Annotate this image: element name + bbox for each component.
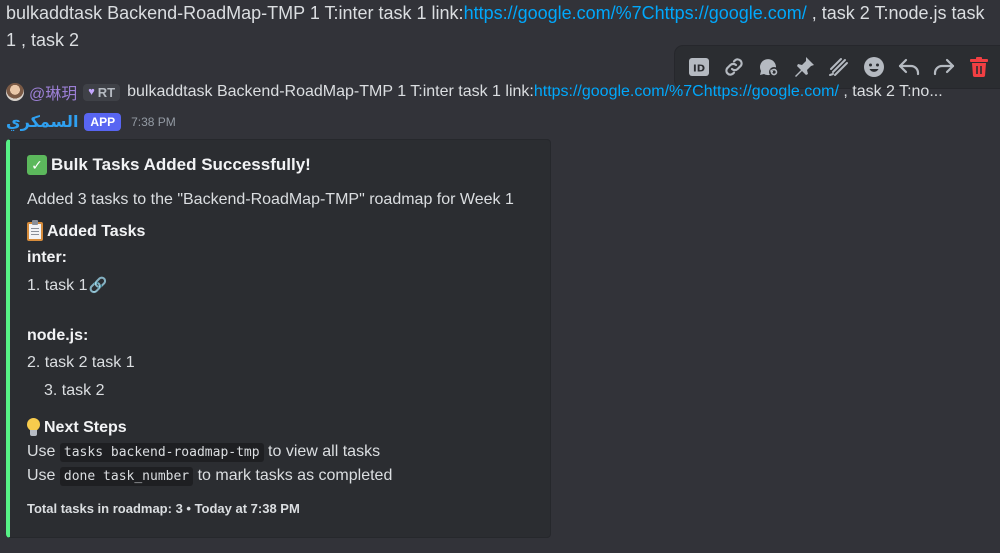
embed-description: Added 3 tasks to the "Backend-RoadMap-TM… — [27, 191, 514, 208]
reply-preview-end: , task 2 T:no... — [838, 83, 943, 100]
command-code: tasks backend-roadmap-tmp — [59, 443, 264, 462]
light-bulb-icon — [27, 418, 40, 437]
next-step-2: Use done task_number to mark tasks as co… — [27, 467, 393, 486]
added-tasks-label: Added Tasks — [47, 222, 146, 240]
trash-icon — [969, 57, 988, 78]
next-steps-heading: Next Steps — [27, 418, 127, 437]
embed-title-text: Bulk Tasks Added Successfully! — [51, 155, 311, 174]
added-tasks-heading: Added Tasks — [27, 220, 146, 241]
role-tag: ♥ RT — [83, 83, 121, 101]
command-code: done task_number — [59, 467, 194, 486]
heart-icon: ♥ — [88, 86, 95, 98]
reply-preview-text[interactable]: bulkaddtask Backend-RoadMap-TMP 1 T:inte… — [127, 83, 943, 101]
next-step-2-suffix: to mark tasks as completed — [197, 467, 393, 484]
role-tag-label: RT — [97, 84, 116, 100]
next-step-1: Use tasks backend-roadmap-tmp to view al… — [27, 443, 381, 462]
task-item-3: 3. task 2 — [44, 382, 105, 399]
forward-icon — [933, 58, 954, 76]
task-item-2: 2. task 2 task 1 — [27, 354, 135, 371]
message-timestamp[interactable]: 7:38 PM — [131, 115, 176, 129]
link-icon — [724, 58, 743, 76]
thread-icon — [759, 59, 779, 77]
task-item-1: 1. task 1🔗 — [27, 276, 107, 295]
reply-author-name[interactable]: @琳玥 — [29, 80, 77, 104]
next-step-1-suffix: to view all tasks — [268, 443, 381, 460]
reply-preview-start: bulkaddtask Backend-RoadMap-TMP 1 T:inte… — [127, 83, 534, 100]
svg-text:ID: ID — [692, 64, 704, 75]
check-mark-icon: ✓ — [27, 155, 47, 175]
reply-preview-link[interactable]: https://google.com/%7Chttps://google.com… — [534, 83, 839, 100]
id-icon: ID — [688, 58, 709, 76]
previous-message-text: bulkaddtask Backend-RoadMap-TMP 1 T:inte… — [6, 3, 464, 23]
embed-card: ✓ Bulk Tasks Added Successfully! Added 3… — [6, 139, 551, 538]
app-badge: APP — [84, 113, 122, 131]
next-steps-label: Next Steps — [44, 418, 127, 436]
link-icon[interactable]: 🔗 — [88, 277, 107, 294]
next-step-1-prefix: Use — [27, 443, 56, 460]
previous-message-link[interactable]: https://google.com/%7Chttps://google.com… — [464, 3, 807, 23]
author-name[interactable]: السمكري — [6, 112, 78, 132]
embed-footer: Total tasks in roadmap: 3 • Today at 7:3… — [27, 501, 300, 516]
embed-title: ✓ Bulk Tasks Added Successfully! — [27, 155, 311, 175]
task-item-1-text: 1. task 1 — [27, 277, 88, 294]
reactions-icon — [828, 58, 848, 76]
reply-reference[interactable]: @琳玥 ♥ RT bulkaddtask Backend-RoadMap-TMP … — [6, 80, 1000, 104]
clipboard-icon — [27, 220, 43, 241]
reply-icon — [898, 58, 919, 76]
group-label-inter: inter: — [27, 249, 67, 266]
group-label-nodejs: node.js: — [27, 327, 89, 344]
emoji-icon — [863, 57, 884, 77]
message-header: السمكري APP 7:38 PM — [6, 110, 176, 134]
pin-icon — [794, 57, 814, 77]
next-step-2-prefix: Use — [27, 467, 56, 484]
avatar[interactable] — [6, 83, 24, 101]
